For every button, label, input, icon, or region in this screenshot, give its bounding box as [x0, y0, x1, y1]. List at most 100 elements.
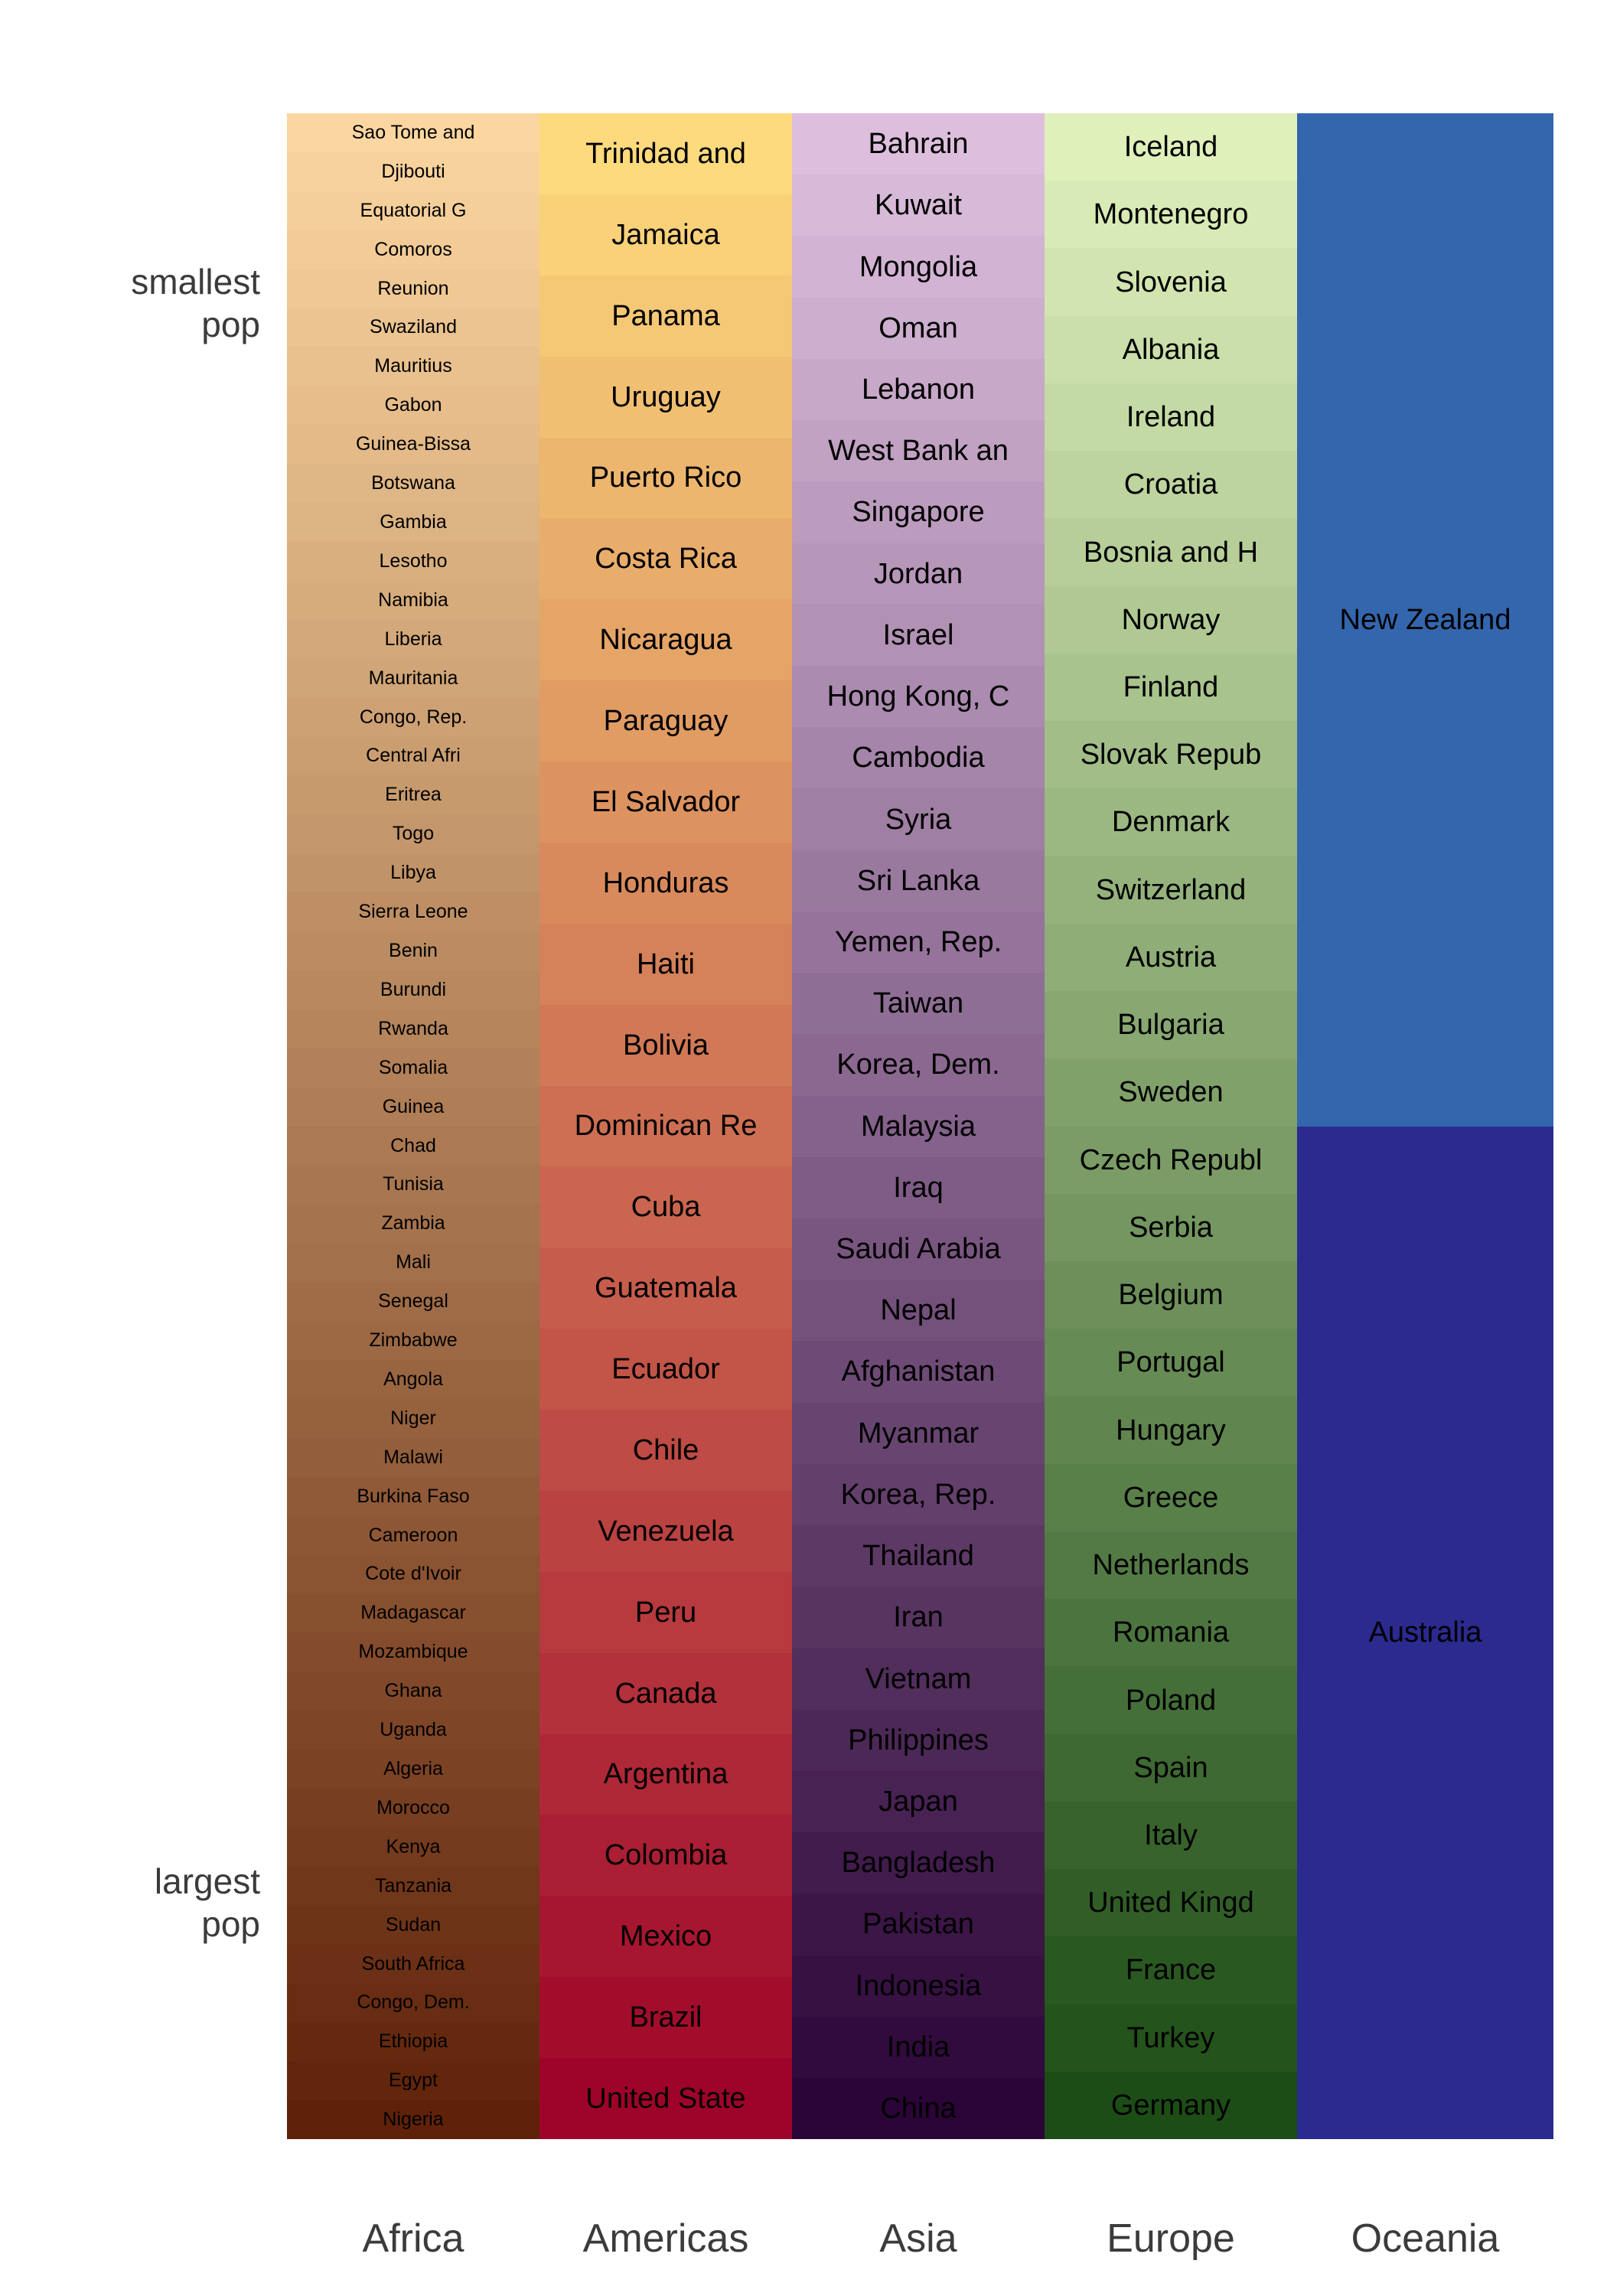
- country-cell[interactable]: Algeria: [287, 1750, 539, 1789]
- country-cell[interactable]: Haiti: [539, 923, 792, 1005]
- country-cell[interactable]: Mozambique: [287, 1632, 539, 1672]
- country-cell[interactable]: Rwanda: [287, 1009, 539, 1049]
- country-cell[interactable]: Bangladesh: [792, 1832, 1045, 1894]
- country-cell[interactable]: Slovak Repub: [1045, 721, 1297, 789]
- country-cell[interactable]: Poland: [1045, 1666, 1297, 1734]
- country-cell[interactable]: Reunion: [287, 269, 539, 308]
- country-cell[interactable]: Senegal: [287, 1282, 539, 1322]
- country-cell[interactable]: Vietnam: [792, 1648, 1045, 1710]
- country-cell[interactable]: Burkina Faso: [287, 1476, 539, 1516]
- country-cell[interactable]: South Africa: [287, 1944, 539, 1984]
- country-cell[interactable]: Denmark: [1045, 788, 1297, 856]
- country-cell[interactable]: Singapore: [792, 481, 1045, 543]
- country-cell[interactable]: Gambia: [287, 503, 539, 542]
- country-cell[interactable]: Brazil: [539, 1977, 792, 2058]
- country-cell[interactable]: Ethiopia: [287, 2022, 539, 2062]
- country-cell[interactable]: Botswana: [287, 464, 539, 504]
- country-cell[interactable]: Italy: [1045, 1801, 1297, 1870]
- country-cell[interactable]: Finland: [1045, 653, 1297, 722]
- country-cell[interactable]: Cambodia: [792, 727, 1045, 789]
- country-cell[interactable]: Guinea-Bissa: [287, 425, 539, 465]
- country-cell[interactable]: Somalia: [287, 1048, 539, 1088]
- country-cell[interactable]: Yemen, Rep.: [792, 911, 1045, 974]
- country-cell[interactable]: Paraguay: [539, 680, 792, 762]
- country-cell[interactable]: Iraq: [792, 1156, 1045, 1218]
- country-cell[interactable]: Netherlands: [1045, 1531, 1297, 1600]
- country-cell[interactable]: Equatorial G: [287, 191, 539, 230]
- country-cell[interactable]: Korea, Rep.: [792, 1463, 1045, 1526]
- country-cell[interactable]: Saudi Arabia: [792, 1218, 1045, 1280]
- country-cell[interactable]: Albania: [1045, 315, 1297, 383]
- country-cell[interactable]: Australia: [1297, 1126, 1553, 2139]
- country-cell[interactable]: Swaziland: [287, 308, 539, 347]
- country-cell[interactable]: Mali: [287, 1243, 539, 1283]
- country-cell[interactable]: Bosnia and H: [1045, 518, 1297, 586]
- country-cell[interactable]: Iran: [792, 1587, 1045, 1649]
- country-cell[interactable]: United State: [539, 2058, 792, 2139]
- country-cell[interactable]: Croatia: [1045, 451, 1297, 519]
- country-cell[interactable]: Jordan: [792, 543, 1045, 605]
- country-cell[interactable]: El Salvador: [539, 762, 792, 843]
- country-cell[interactable]: Bahrain: [792, 113, 1045, 175]
- country-cell[interactable]: Korea, Dem.: [792, 1034, 1045, 1096]
- country-cell[interactable]: Niger: [287, 1398, 539, 1438]
- country-cell[interactable]: Bulgaria: [1045, 991, 1297, 1059]
- country-cell[interactable]: Belgium: [1045, 1261, 1297, 1329]
- country-cell[interactable]: Togo: [287, 814, 539, 854]
- country-cell[interactable]: Montenegro: [1045, 181, 1297, 249]
- country-cell[interactable]: Czech Republ: [1045, 1126, 1297, 1194]
- country-cell[interactable]: Norway: [1045, 585, 1297, 654]
- country-cell[interactable]: Japan: [792, 1770, 1045, 1833]
- country-cell[interactable]: Canada: [539, 1652, 792, 1734]
- country-cell[interactable]: France: [1045, 1936, 1297, 2004]
- country-cell[interactable]: Honduras: [539, 842, 792, 924]
- country-cell[interactable]: West Bank an: [792, 420, 1045, 482]
- country-cell[interactable]: Malaysia: [792, 1095, 1045, 1157]
- country-cell[interactable]: New Zealand: [1297, 113, 1553, 1127]
- country-cell[interactable]: Hungary: [1045, 1396, 1297, 1464]
- country-cell[interactable]: Peru: [539, 1571, 792, 1653]
- country-cell[interactable]: Hong Kong, C: [792, 665, 1045, 728]
- country-cell[interactable]: Sao Tome and: [287, 113, 539, 152]
- country-cell[interactable]: Spain: [1045, 1733, 1297, 1802]
- country-cell[interactable]: Lebanon: [792, 358, 1045, 421]
- country-cell[interactable]: Ireland: [1045, 383, 1297, 452]
- country-cell[interactable]: Congo, Dem.: [287, 1983, 539, 2023]
- country-cell[interactable]: Israel: [792, 604, 1045, 666]
- country-cell[interactable]: Serbia: [1045, 1193, 1297, 1261]
- country-cell[interactable]: Namibia: [287, 580, 539, 620]
- country-cell[interactable]: Switzerland: [1045, 856, 1297, 924]
- country-cell[interactable]: Uruguay: [539, 356, 792, 438]
- country-cell[interactable]: Tunisia: [287, 1165, 539, 1205]
- country-cell[interactable]: Sierra Leone: [287, 892, 539, 932]
- country-cell[interactable]: Burundi: [287, 970, 539, 1009]
- country-cell[interactable]: Nicaragua: [539, 599, 792, 681]
- country-cell[interactable]: Central Afri: [287, 736, 539, 776]
- country-cell[interactable]: Congo, Rep.: [287, 697, 539, 737]
- country-cell[interactable]: Argentina: [539, 1733, 792, 1815]
- country-cell[interactable]: Madagascar: [287, 1593, 539, 1633]
- country-cell[interactable]: Afghanistan: [792, 1341, 1045, 1403]
- country-cell[interactable]: Guinea: [287, 1087, 539, 1127]
- country-cell[interactable]: Chad: [287, 1126, 539, 1166]
- country-cell[interactable]: Morocco: [287, 1788, 539, 1828]
- country-cell[interactable]: Portugal: [1045, 1329, 1297, 1397]
- country-cell[interactable]: Germany: [1045, 2071, 1297, 2139]
- country-cell[interactable]: Sweden: [1045, 1058, 1297, 1127]
- country-cell[interactable]: Benin: [287, 931, 539, 970]
- country-cell[interactable]: Egypt: [287, 2061, 539, 2101]
- country-cell[interactable]: Costa Rica: [539, 518, 792, 600]
- country-cell[interactable]: Dominican Re: [539, 1085, 792, 1167]
- country-cell[interactable]: Ecuador: [539, 1329, 792, 1410]
- country-cell[interactable]: Mexico: [539, 1896, 792, 1978]
- country-cell[interactable]: Nigeria: [287, 2100, 539, 2139]
- country-cell[interactable]: Philippines: [792, 1709, 1045, 1771]
- country-cell[interactable]: Tanzania: [287, 1866, 539, 1906]
- country-cell[interactable]: Indonesia: [792, 1955, 1045, 2017]
- country-cell[interactable]: China: [792, 2078, 1045, 2139]
- country-cell[interactable]: Liberia: [287, 619, 539, 659]
- country-cell[interactable]: Guatemala: [539, 1247, 792, 1329]
- country-cell[interactable]: Jamaica: [539, 194, 792, 276]
- country-cell[interactable]: United Kingd: [1045, 1869, 1297, 1937]
- country-cell[interactable]: Angola: [287, 1360, 539, 1399]
